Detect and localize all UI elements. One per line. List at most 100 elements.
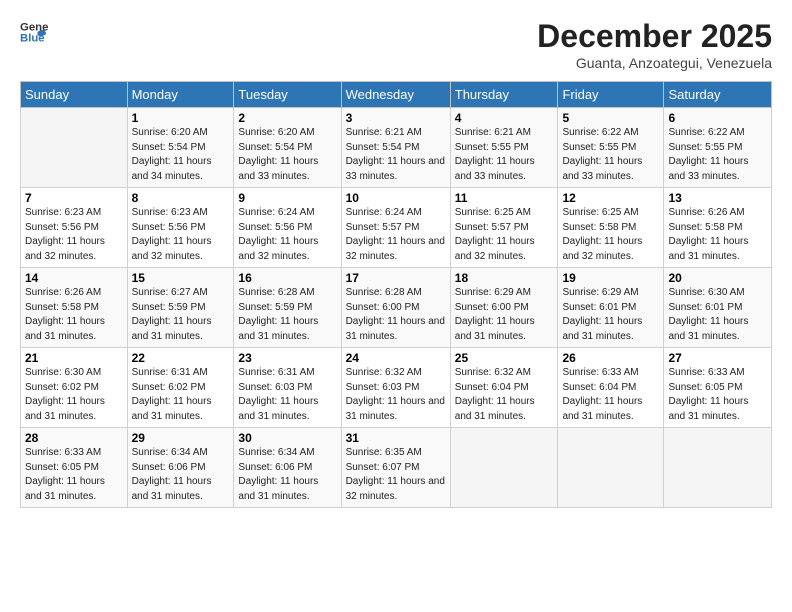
day-number: 7 xyxy=(25,191,123,205)
day-number: 1 xyxy=(132,111,230,125)
day-info: Sunrise: 6:28 AM Sunset: 5:59 PM Dayligh… xyxy=(238,286,336,344)
table-row: 31 Sunrise: 6:35 AM Sunset: 6:07 PM Dayl… xyxy=(341,428,450,508)
day-number: 24 xyxy=(346,351,446,365)
daylight-text: Daylight: 11 hours and 33 minutes. xyxy=(668,156,748,182)
day-info: Sunrise: 6:32 AM Sunset: 6:04 PM Dayligh… xyxy=(455,366,554,424)
sunset-text: Sunset: 6:03 PM xyxy=(238,382,312,393)
daylight-text: Daylight: 11 hours and 31 minutes. xyxy=(455,396,535,422)
day-number: 16 xyxy=(238,271,336,285)
sunset-text: Sunset: 5:57 PM xyxy=(346,222,420,233)
daylight-text: Daylight: 11 hours and 31 minutes. xyxy=(132,476,212,502)
day-info: Sunrise: 6:33 AM Sunset: 6:05 PM Dayligh… xyxy=(668,366,767,424)
day-number: 15 xyxy=(132,271,230,285)
sunset-text: Sunset: 5:59 PM xyxy=(132,302,206,313)
sunrise-text: Sunrise: 6:35 AM xyxy=(346,447,422,458)
daylight-text: Daylight: 11 hours and 32 minutes. xyxy=(455,236,535,262)
daylight-text: Daylight: 11 hours and 32 minutes. xyxy=(238,236,318,262)
sunrise-text: Sunrise: 6:30 AM xyxy=(25,367,101,378)
sunrise-text: Sunrise: 6:28 AM xyxy=(346,287,422,298)
table-row: 29 Sunrise: 6:34 AM Sunset: 6:06 PM Dayl… xyxy=(127,428,234,508)
header-wednesday: Wednesday xyxy=(341,82,450,108)
day-number: 28 xyxy=(25,431,123,445)
daylight-text: Daylight: 11 hours and 31 minutes. xyxy=(346,316,445,342)
sunrise-text: Sunrise: 6:22 AM xyxy=(668,127,744,138)
daylight-text: Daylight: 11 hours and 31 minutes. xyxy=(132,396,212,422)
sunset-text: Sunset: 6:00 PM xyxy=(455,302,529,313)
day-number: 18 xyxy=(455,271,554,285)
table-row: 22 Sunrise: 6:31 AM Sunset: 6:02 PM Dayl… xyxy=(127,348,234,428)
daylight-text: Daylight: 11 hours and 31 minutes. xyxy=(132,316,212,342)
header: General Blue December 2025 Guanta, Anzoa… xyxy=(20,18,772,71)
sunrise-text: Sunrise: 6:32 AM xyxy=(346,367,422,378)
sunset-text: Sunset: 5:58 PM xyxy=(562,222,636,233)
daylight-text: Daylight: 11 hours and 31 minutes. xyxy=(668,316,748,342)
daylight-text: Daylight: 11 hours and 31 minutes. xyxy=(238,316,318,342)
header-saturday: Saturday xyxy=(664,82,772,108)
day-number: 9 xyxy=(238,191,336,205)
sunrise-text: Sunrise: 6:24 AM xyxy=(238,207,314,218)
sunset-text: Sunset: 5:55 PM xyxy=(562,142,636,153)
logo: General Blue xyxy=(20,18,48,46)
sunset-text: Sunset: 6:06 PM xyxy=(132,462,206,473)
sunset-text: Sunset: 5:57 PM xyxy=(455,222,529,233)
table-row: 3 Sunrise: 6:21 AM Sunset: 5:54 PM Dayli… xyxy=(341,108,450,188)
sunrise-text: Sunrise: 6:21 AM xyxy=(346,127,422,138)
table-row xyxy=(558,428,664,508)
table-row: 16 Sunrise: 6:28 AM Sunset: 5:59 PM Dayl… xyxy=(234,268,341,348)
calendar-week-row: 28 Sunrise: 6:33 AM Sunset: 6:05 PM Dayl… xyxy=(21,428,772,508)
daylight-text: Daylight: 11 hours and 33 minutes. xyxy=(238,156,318,182)
sunset-text: Sunset: 6:01 PM xyxy=(562,302,636,313)
table-row: 6 Sunrise: 6:22 AM Sunset: 5:55 PM Dayli… xyxy=(664,108,772,188)
day-number: 30 xyxy=(238,431,336,445)
daylight-text: Daylight: 11 hours and 31 minutes. xyxy=(238,476,318,502)
sunset-text: Sunset: 6:04 PM xyxy=(455,382,529,393)
day-info: Sunrise: 6:33 AM Sunset: 6:05 PM Dayligh… xyxy=(25,446,123,504)
sunrise-text: Sunrise: 6:24 AM xyxy=(346,207,422,218)
day-info: Sunrise: 6:21 AM Sunset: 5:55 PM Dayligh… xyxy=(455,126,554,184)
day-info: Sunrise: 6:26 AM Sunset: 5:58 PM Dayligh… xyxy=(668,206,767,264)
table-row: 28 Sunrise: 6:33 AM Sunset: 6:05 PM Dayl… xyxy=(21,428,128,508)
day-number: 11 xyxy=(455,191,554,205)
sunset-text: Sunset: 6:04 PM xyxy=(562,382,636,393)
sunset-text: Sunset: 6:05 PM xyxy=(25,462,99,473)
daylight-text: Daylight: 11 hours and 34 minutes. xyxy=(132,156,212,182)
table-row: 11 Sunrise: 6:25 AM Sunset: 5:57 PM Dayl… xyxy=(450,188,558,268)
day-number: 26 xyxy=(562,351,659,365)
header-friday: Friday xyxy=(558,82,664,108)
sunset-text: Sunset: 6:02 PM xyxy=(132,382,206,393)
table-row: 14 Sunrise: 6:26 AM Sunset: 5:58 PM Dayl… xyxy=(21,268,128,348)
table-row: 1 Sunrise: 6:20 AM Sunset: 5:54 PM Dayli… xyxy=(127,108,234,188)
sunset-text: Sunset: 5:58 PM xyxy=(25,302,99,313)
sunrise-text: Sunrise: 6:33 AM xyxy=(668,367,744,378)
day-info: Sunrise: 6:30 AM Sunset: 6:02 PM Dayligh… xyxy=(25,366,123,424)
day-number: 25 xyxy=(455,351,554,365)
day-info: Sunrise: 6:29 AM Sunset: 6:01 PM Dayligh… xyxy=(562,286,659,344)
sunset-text: Sunset: 6:07 PM xyxy=(346,462,420,473)
day-info: Sunrise: 6:22 AM Sunset: 5:55 PM Dayligh… xyxy=(562,126,659,184)
day-info: Sunrise: 6:32 AM Sunset: 6:03 PM Dayligh… xyxy=(346,366,446,424)
day-number: 13 xyxy=(668,191,767,205)
sunrise-text: Sunrise: 6:23 AM xyxy=(132,207,208,218)
daylight-text: Daylight: 11 hours and 33 minutes. xyxy=(562,156,642,182)
header-sunday: Sunday xyxy=(21,82,128,108)
title-block: December 2025 Guanta, Anzoategui, Venezu… xyxy=(537,18,772,71)
day-info: Sunrise: 6:34 AM Sunset: 6:06 PM Dayligh… xyxy=(132,446,230,504)
sunrise-text: Sunrise: 6:20 AM xyxy=(132,127,208,138)
header-monday: Monday xyxy=(127,82,234,108)
table-row: 15 Sunrise: 6:27 AM Sunset: 5:59 PM Dayl… xyxy=(127,268,234,348)
sunrise-text: Sunrise: 6:29 AM xyxy=(455,287,531,298)
day-number: 5 xyxy=(562,111,659,125)
day-info: Sunrise: 6:26 AM Sunset: 5:58 PM Dayligh… xyxy=(25,286,123,344)
table-row: 19 Sunrise: 6:29 AM Sunset: 6:01 PM Dayl… xyxy=(558,268,664,348)
table-row: 2 Sunrise: 6:20 AM Sunset: 5:54 PM Dayli… xyxy=(234,108,341,188)
table-row: 27 Sunrise: 6:33 AM Sunset: 6:05 PM Dayl… xyxy=(664,348,772,428)
sunset-text: Sunset: 5:55 PM xyxy=(668,142,742,153)
sunset-text: Sunset: 6:05 PM xyxy=(668,382,742,393)
weekday-header-row: Sunday Monday Tuesday Wednesday Thursday… xyxy=(21,82,772,108)
calendar-table: Sunday Monday Tuesday Wednesday Thursday… xyxy=(20,81,772,508)
sunrise-text: Sunrise: 6:23 AM xyxy=(25,207,101,218)
calendar-week-row: 7 Sunrise: 6:23 AM Sunset: 5:56 PM Dayli… xyxy=(21,188,772,268)
sunset-text: Sunset: 5:55 PM xyxy=(455,142,529,153)
table-row: 20 Sunrise: 6:30 AM Sunset: 6:01 PM Dayl… xyxy=(664,268,772,348)
sunrise-text: Sunrise: 6:34 AM xyxy=(238,447,314,458)
